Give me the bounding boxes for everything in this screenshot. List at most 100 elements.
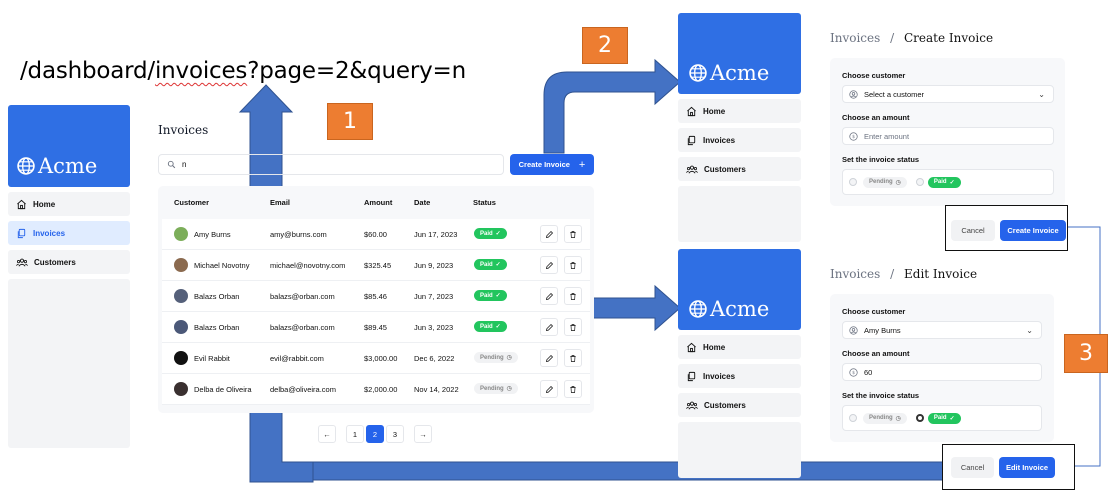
edit-invoice-button[interactable] — [540, 380, 558, 398]
cancel-button[interactable]: Cancel — [951, 457, 994, 478]
brand-name: Acme — [710, 297, 770, 321]
edit-invoice-button[interactable] — [540, 225, 558, 243]
radio-paid[interactable] — [915, 178, 924, 186]
breadcrumb-parent[interactable]: Invoices — [830, 267, 880, 281]
document-duplicate-icon — [687, 135, 696, 145]
customer-name: Balazs Orban — [194, 291, 240, 301]
globe-icon — [689, 64, 707, 82]
url-prefix: /dashboard/ — [20, 58, 155, 84]
header-status: Status — [473, 198, 496, 207]
url-text: /dashboard/invoices?page=2&query=n — [20, 58, 466, 84]
edit-invoice-submit[interactable]: Edit Invoice — [999, 457, 1055, 478]
amount-input[interactable]: $ Enter amount — [842, 127, 1054, 145]
customer-name: Michael Novotny — [194, 260, 250, 270]
page-3[interactable]: 3 — [386, 425, 404, 443]
breadcrumb-parent[interactable]: Invoices — [830, 31, 880, 45]
email-cell: michael@novotny.com — [270, 261, 346, 270]
clock-icon: ◷ — [506, 386, 512, 392]
logo-panel[interactable]: Acme — [8, 105, 130, 187]
next-page-arrow[interactable]: → — [414, 425, 432, 443]
delete-invoice-button[interactable] — [564, 318, 582, 336]
pencil-icon — [545, 354, 553, 362]
logo-panel-edit[interactable]: Acme — [678, 249, 801, 330]
nav-home[interactable]: Home — [678, 99, 801, 123]
nav-spacer — [8, 279, 130, 448]
customer-cell: Balazs Orban — [174, 289, 268, 303]
nav-customers[interactable]: Customers — [678, 393, 801, 417]
table-row: Amy Burns amy@burns.com $60.00 Jun 17, 2023… — [162, 219, 590, 250]
chevron-down-icon: ⌄ — [1026, 325, 1033, 335]
delete-invoice-button[interactable] — [564, 349, 582, 367]
prev-page-arrow[interactable]: ← — [318, 425, 336, 443]
date-cell: Jun 7, 2023 — [414, 292, 454, 301]
check-icon: ✓ — [495, 262, 501, 268]
date-cell: Nov 14, 2022 — [414, 385, 459, 394]
page-2[interactable]: 2 — [366, 425, 384, 443]
home-icon — [17, 199, 26, 209]
status-label: Set the invoice status — [842, 155, 920, 164]
edit-invoice-button[interactable] — [540, 349, 558, 367]
avatar — [174, 382, 188, 396]
search-input[interactable]: n — [158, 154, 504, 175]
status-badge: Paid ✓ — [474, 259, 507, 270]
amount-cell: $3,000.00 — [364, 354, 398, 363]
nav-invoices[interactable]: Invoices — [678, 128, 801, 152]
svg-text:$: $ — [852, 134, 855, 140]
cancel-button[interactable]: Cancel — [951, 220, 995, 241]
delete-invoice-button[interactable] — [564, 225, 582, 243]
radio-pending[interactable] — [849, 178, 857, 186]
date-cell: Dec 6, 2022 — [414, 354, 455, 363]
table-header: Customer Email Amount Date Status — [158, 186, 594, 219]
nav-spacer — [678, 422, 801, 478]
customer-select[interactable]: Amy Burns ⌄ — [842, 321, 1042, 339]
nav-home[interactable]: Home — [8, 192, 130, 216]
sidenav-edit: Acme Home Invoices Customers — [678, 249, 801, 478]
nav-invoices[interactable]: Invoices — [8, 221, 130, 245]
edit-invoice-button[interactable] — [540, 256, 558, 274]
email-cell: balazs@orban.com — [270, 292, 335, 301]
paid-badge[interactable]: Paid ✓ — [927, 412, 961, 424]
delete-invoice-button[interactable] — [564, 256, 582, 274]
email-cell: amy@burns.com — [270, 230, 327, 239]
document-duplicate-icon — [687, 371, 696, 381]
email-cell: evil@rabbit.com — [270, 354, 324, 363]
customer-cell: Evil Rabbit — [174, 351, 268, 365]
user-group-icon — [686, 401, 698, 409]
trash-icon — [570, 323, 576, 331]
page-1[interactable]: 1 — [346, 425, 364, 443]
nav-customers-label: Customers — [34, 257, 76, 267]
paid-badge[interactable]: Paid ✓ — [927, 176, 961, 188]
amount-cell: $89.45 — [364, 323, 387, 332]
create-invoice-submit[interactable]: Create Invoice — [1000, 220, 1066, 241]
avatar — [174, 320, 188, 334]
radio-pending[interactable] — [849, 414, 857, 422]
logo-panel-create[interactable]: Acme — [678, 13, 801, 94]
nav-home[interactable]: Home — [678, 335, 801, 359]
home-icon — [687, 106, 696, 116]
home-icon — [687, 342, 696, 352]
nav-spacer — [678, 186, 801, 242]
search-icon — [167, 160, 176, 169]
status-badge: Paid ✓ — [474, 321, 507, 332]
delete-invoice-button[interactable] — [564, 380, 582, 398]
customer-select[interactable]: Select a customer ⌄ — [842, 85, 1054, 103]
avatar — [174, 351, 188, 365]
create-invoice-button[interactable]: Create Invoice + — [510, 154, 594, 175]
nav-customers[interactable]: Customers — [8, 250, 130, 274]
annotation-1: 1 — [327, 103, 373, 140]
edit-invoice-button[interactable] — [540, 287, 558, 305]
nav-invoices[interactable]: Invoices — [678, 364, 801, 388]
edit-invoice-button[interactable] — [540, 318, 558, 336]
create-invoice-form: Choose customer Select a customer ⌄ Choo… — [830, 58, 1065, 206]
pending-badge[interactable]: Pending ◷ — [863, 412, 907, 424]
pending-badge[interactable]: Pending ◷ — [863, 176, 907, 188]
breadcrumb-current: Edit Invoice — [904, 267, 978, 281]
nav-customers[interactable]: Customers — [678, 157, 801, 181]
user-group-icon — [686, 165, 698, 173]
status-badge: Pending ◷ — [474, 352, 518, 363]
radio-paid[interactable] — [915, 414, 924, 422]
amount-input[interactable]: $ 60 — [842, 363, 1042, 381]
email-cell: balazs@orban.com — [270, 323, 335, 332]
delete-invoice-button[interactable] — [564, 287, 582, 305]
brand-name: Acme — [710, 61, 770, 85]
